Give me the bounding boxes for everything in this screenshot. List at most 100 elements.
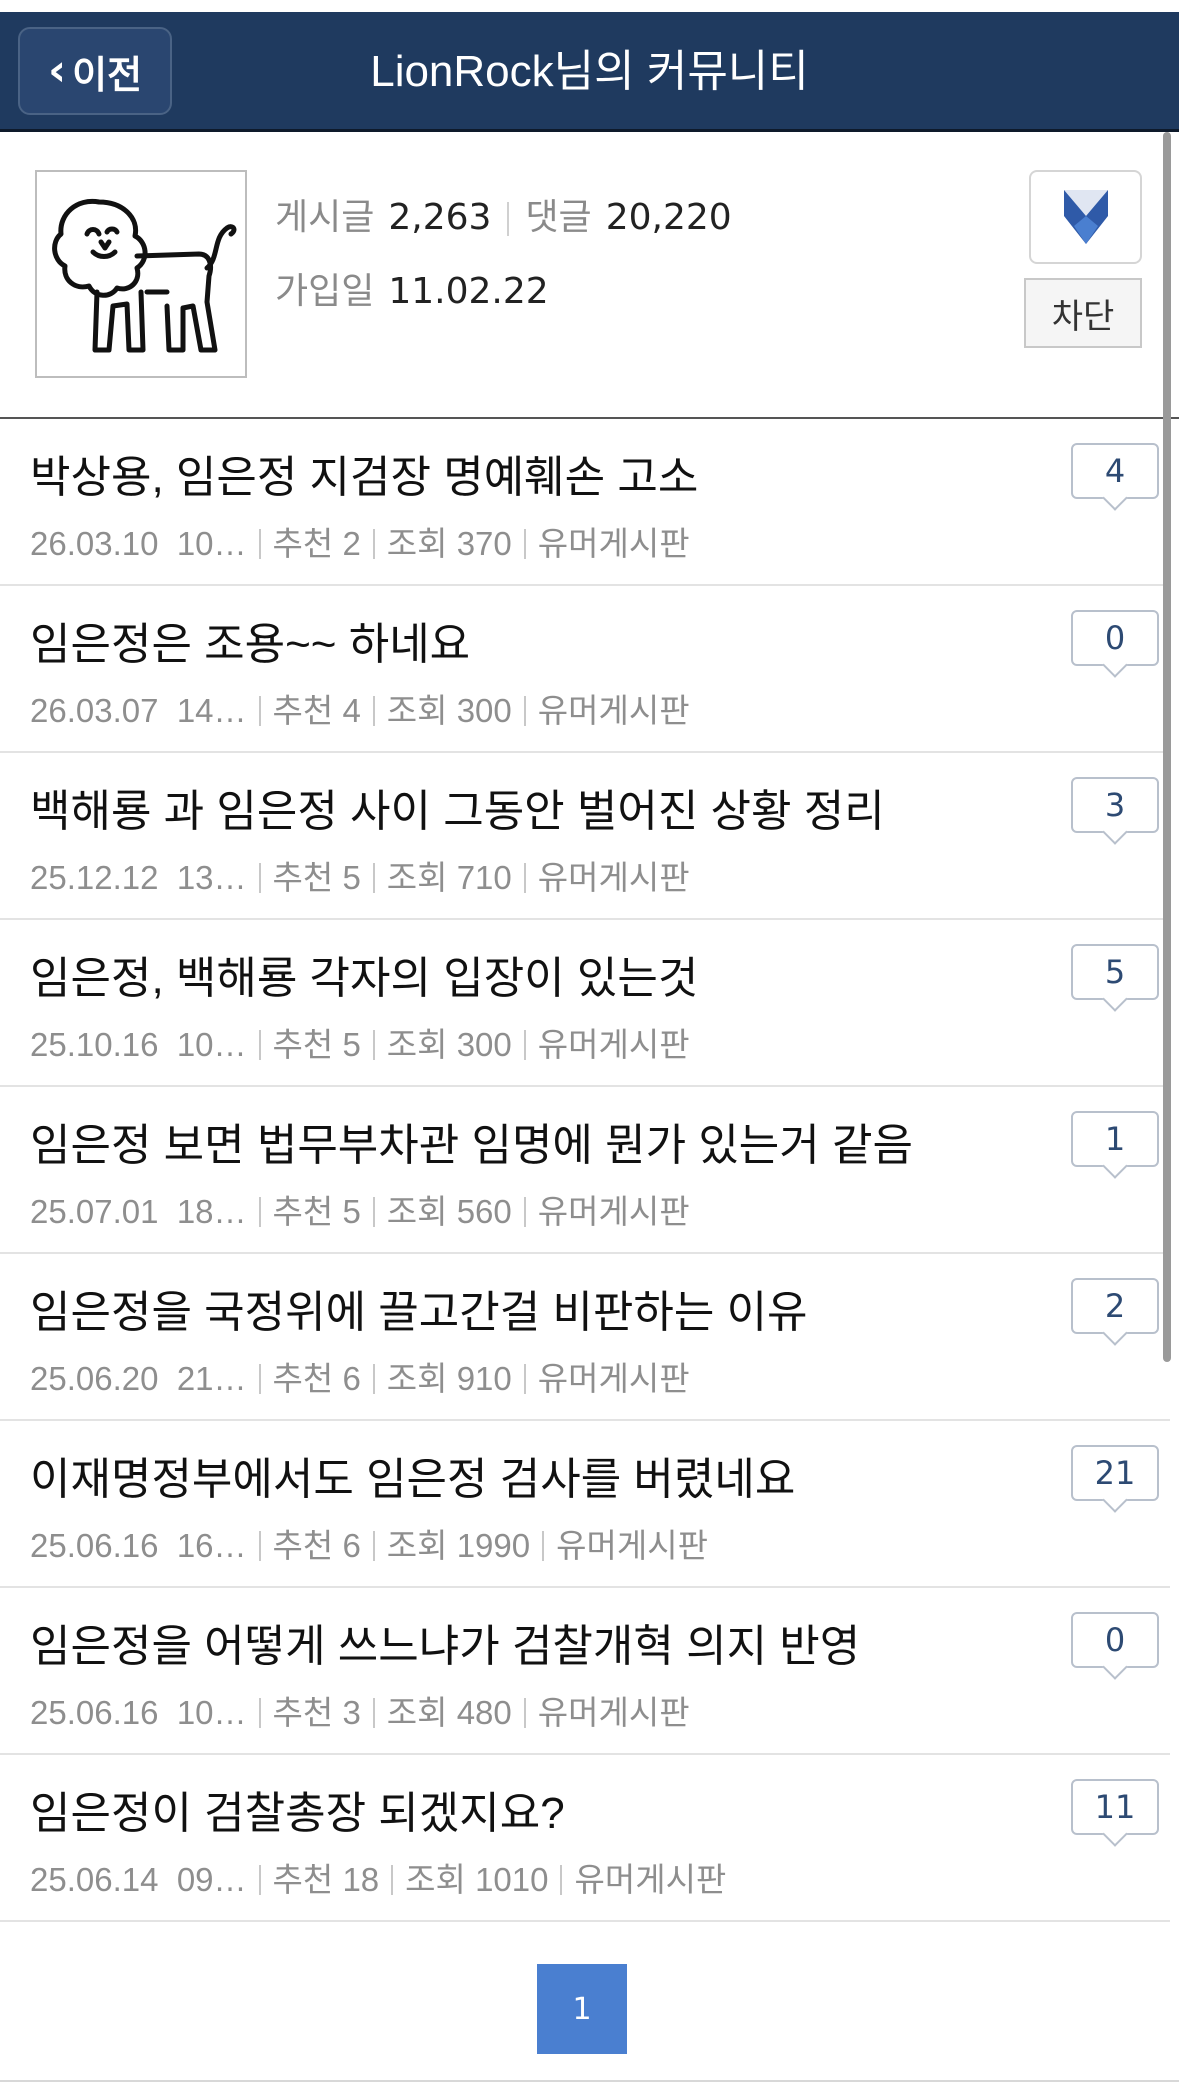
post-title[interactable]: 임은정을 어떻게 쓰느냐가 검찰개혁 의지 반영 [30, 1610, 860, 1674]
divider [258, 1865, 261, 1895]
post-date: 25.06.20 [30, 1360, 159, 1397]
divider [258, 696, 261, 726]
posts-label: 게시글 [275, 197, 375, 238]
scrollbar[interactable] [1163, 132, 1171, 1362]
divider [258, 529, 261, 559]
board-name[interactable]: 유머게시판 [538, 1360, 690, 1397]
recommend-count: 18 [342, 1861, 380, 1898]
comment-count-badge[interactable]: 11 [1071, 1779, 1159, 1835]
views-count: 480 [456, 1694, 512, 1731]
views-count: 300 [456, 1026, 512, 1063]
post-time: 18… [176, 1193, 247, 1230]
post-title[interactable]: 백해룡 과 임은정 사이 그동안 벌어진 상황 정리 [30, 775, 885, 839]
post-time: 10… [176, 1694, 247, 1731]
divider [372, 529, 375, 559]
post-time: 10… [176, 1026, 247, 1063]
board-name[interactable]: 유머게시판 [538, 525, 690, 562]
board-name[interactable]: 유머게시판 [538, 1694, 690, 1731]
block-button[interactable]: 차단 [1024, 278, 1142, 348]
post-title[interactable]: 이재명정부에서도 임은정 검사를 버렸네요 [30, 1443, 795, 1507]
recommend-count: 5 [342, 1026, 361, 1063]
views-label: 조회 [386, 1193, 448, 1230]
posts-count: 2,263 [388, 197, 492, 238]
post-title[interactable]: 임은정 보면 법무부차관 임명에 뭔가 있는거 같음 [30, 1109, 913, 1173]
bookmark-button[interactable] [1029, 170, 1142, 264]
divider [523, 696, 526, 726]
post-title[interactable]: 박상용, 임은정 지검장 명예훼손 고소 [30, 441, 698, 505]
comment-count-badge[interactable]: 0 [1071, 1612, 1159, 1668]
post-meta: 25.10.16 10… 추천 5 조회 300 유머게시판 [30, 1018, 690, 1066]
post-title[interactable]: 임은정을 국정위에 끌고간걸 비판하는 이유 [30, 1276, 808, 1340]
divider [258, 1197, 261, 1227]
comment-count-badge[interactable]: 5 [1071, 944, 1159, 1000]
status-strip [0, 0, 1179, 12]
board-name[interactable]: 유머게시판 [538, 1193, 690, 1230]
board-name[interactable]: 유머게시판 [556, 1527, 708, 1564]
post-title[interactable]: 임은정은 조용~~ 하네요 [30, 608, 470, 672]
recommend-label: 추천 [272, 1360, 334, 1397]
pagination: 1 [0, 1928, 1179, 2054]
post-date: 25.12.12 [30, 859, 159, 896]
views-label: 조회 [386, 692, 448, 729]
lion-icon [52, 198, 237, 353]
list-item[interactable]: 임은정을 국정위에 끌고간걸 비판하는 이유 25.06.20 21… 추천 6 조회… [0, 1254, 1170, 1421]
post-time: 13… [176, 859, 247, 896]
comment-count-badge[interactable]: 4 [1071, 443, 1159, 499]
divider [523, 1698, 526, 1728]
recommend-label: 추천 [272, 1193, 334, 1230]
post-meta: 25.12.12 13… 추천 5 조회 710 유머게시판 [30, 851, 690, 899]
views-count: 910 [456, 1360, 512, 1397]
comment-count-badge[interactable]: 21 [1071, 1445, 1159, 1501]
list-item[interactable]: 임은정이 검찰총장 되겠지요? 25.06.14 09… 추천 18 조회 1010 유… [0, 1755, 1170, 1922]
comment-count-badge[interactable]: 0 [1071, 610, 1159, 666]
board-name[interactable]: 유머게시판 [538, 1026, 690, 1063]
page-button-current[interactable]: 1 [537, 1964, 627, 2054]
recommend-count: 6 [342, 1527, 361, 1564]
divider [372, 696, 375, 726]
list-item[interactable]: 백해룡 과 임은정 사이 그동안 벌어진 상황 정리 25.12.12 13… 추천… [0, 753, 1170, 920]
list-item[interactable]: 임은정을 어떻게 쓰느냐가 검찰개혁 의지 반영 25.06.16 10… 추천 3… [0, 1588, 1170, 1755]
list-item[interactable]: 박상용, 임은정 지검장 명예훼손 고소 26.03.10 10… 추천 2 조회 3… [0, 419, 1170, 586]
post-title[interactable]: 임은정, 백해룡 각자의 입장이 있는것 [30, 942, 698, 1006]
post-date: 26.03.10 [30, 525, 159, 562]
divider [523, 529, 526, 559]
list-item[interactable]: 임은정, 백해룡 각자의 입장이 있는것 25.10.16 10… 추천 5 조회 3… [0, 920, 1170, 1087]
profile-section: 게시글 2,263 댓글 20,220 가입일 11.02.22 차단 [0, 132, 1179, 419]
recommend-label: 추천 [272, 1527, 334, 1564]
divider [523, 1197, 526, 1227]
divider [372, 863, 375, 893]
divider [523, 1030, 526, 1060]
views-count: 560 [456, 1193, 512, 1230]
post-meta: 25.06.16 10… 추천 3 조회 480 유머게시판 [30, 1686, 690, 1734]
avatar [35, 170, 247, 378]
board-name[interactable]: 유머게시판 [538, 692, 690, 729]
recommend-count: 5 [342, 859, 361, 896]
post-date: 25.10.16 [30, 1026, 159, 1063]
comment-count-badge[interactable]: 1 [1071, 1111, 1159, 1167]
divider [258, 1364, 261, 1394]
comment-count-badge[interactable]: 2 [1071, 1278, 1159, 1334]
list-item[interactable]: 임은정은 조용~~ 하네요 26.03.07 14… 추천 4 조회 300 유머게시판… [0, 586, 1170, 753]
divider [372, 1531, 375, 1561]
post-time: 10… [176, 525, 247, 562]
recommend-count: 6 [342, 1360, 361, 1397]
board-name[interactable]: 유머게시판 [538, 859, 690, 896]
list-item[interactable]: 이재명정부에서도 임은정 검사를 버렸네요 25.06.16 16… 추천 6 조회 … [0, 1421, 1170, 1588]
post-meta: 25.06.16 16… 추천 6 조회 1990 유머게시판 [30, 1519, 708, 1567]
recommend-label: 추천 [272, 1026, 334, 1063]
list-item[interactable]: 임은정 보면 법무부차관 임명에 뭔가 있는거 같음 25.07.01 18… 추천… [0, 1087, 1170, 1254]
recommend-count: 5 [342, 1193, 361, 1230]
divider [542, 1531, 545, 1561]
comments-count: 20,220 [605, 197, 732, 238]
views-label: 조회 [386, 1360, 448, 1397]
comment-count-badge[interactable]: 3 [1071, 777, 1159, 833]
chevron-left-icon: ‹ [47, 45, 67, 96]
post-title[interactable]: 임은정이 검찰총장 되겠지요? [30, 1777, 565, 1841]
board-name[interactable]: 유머게시판 [574, 1861, 726, 1898]
recommend-label: 추천 [272, 859, 334, 896]
back-button[interactable]: ‹ 이전 [18, 27, 172, 115]
post-date: 25.06.14 [30, 1861, 159, 1898]
post-date: 25.06.16 [30, 1527, 159, 1564]
views-count: 1010 [475, 1861, 549, 1898]
recommend-label: 추천 [272, 1861, 334, 1898]
